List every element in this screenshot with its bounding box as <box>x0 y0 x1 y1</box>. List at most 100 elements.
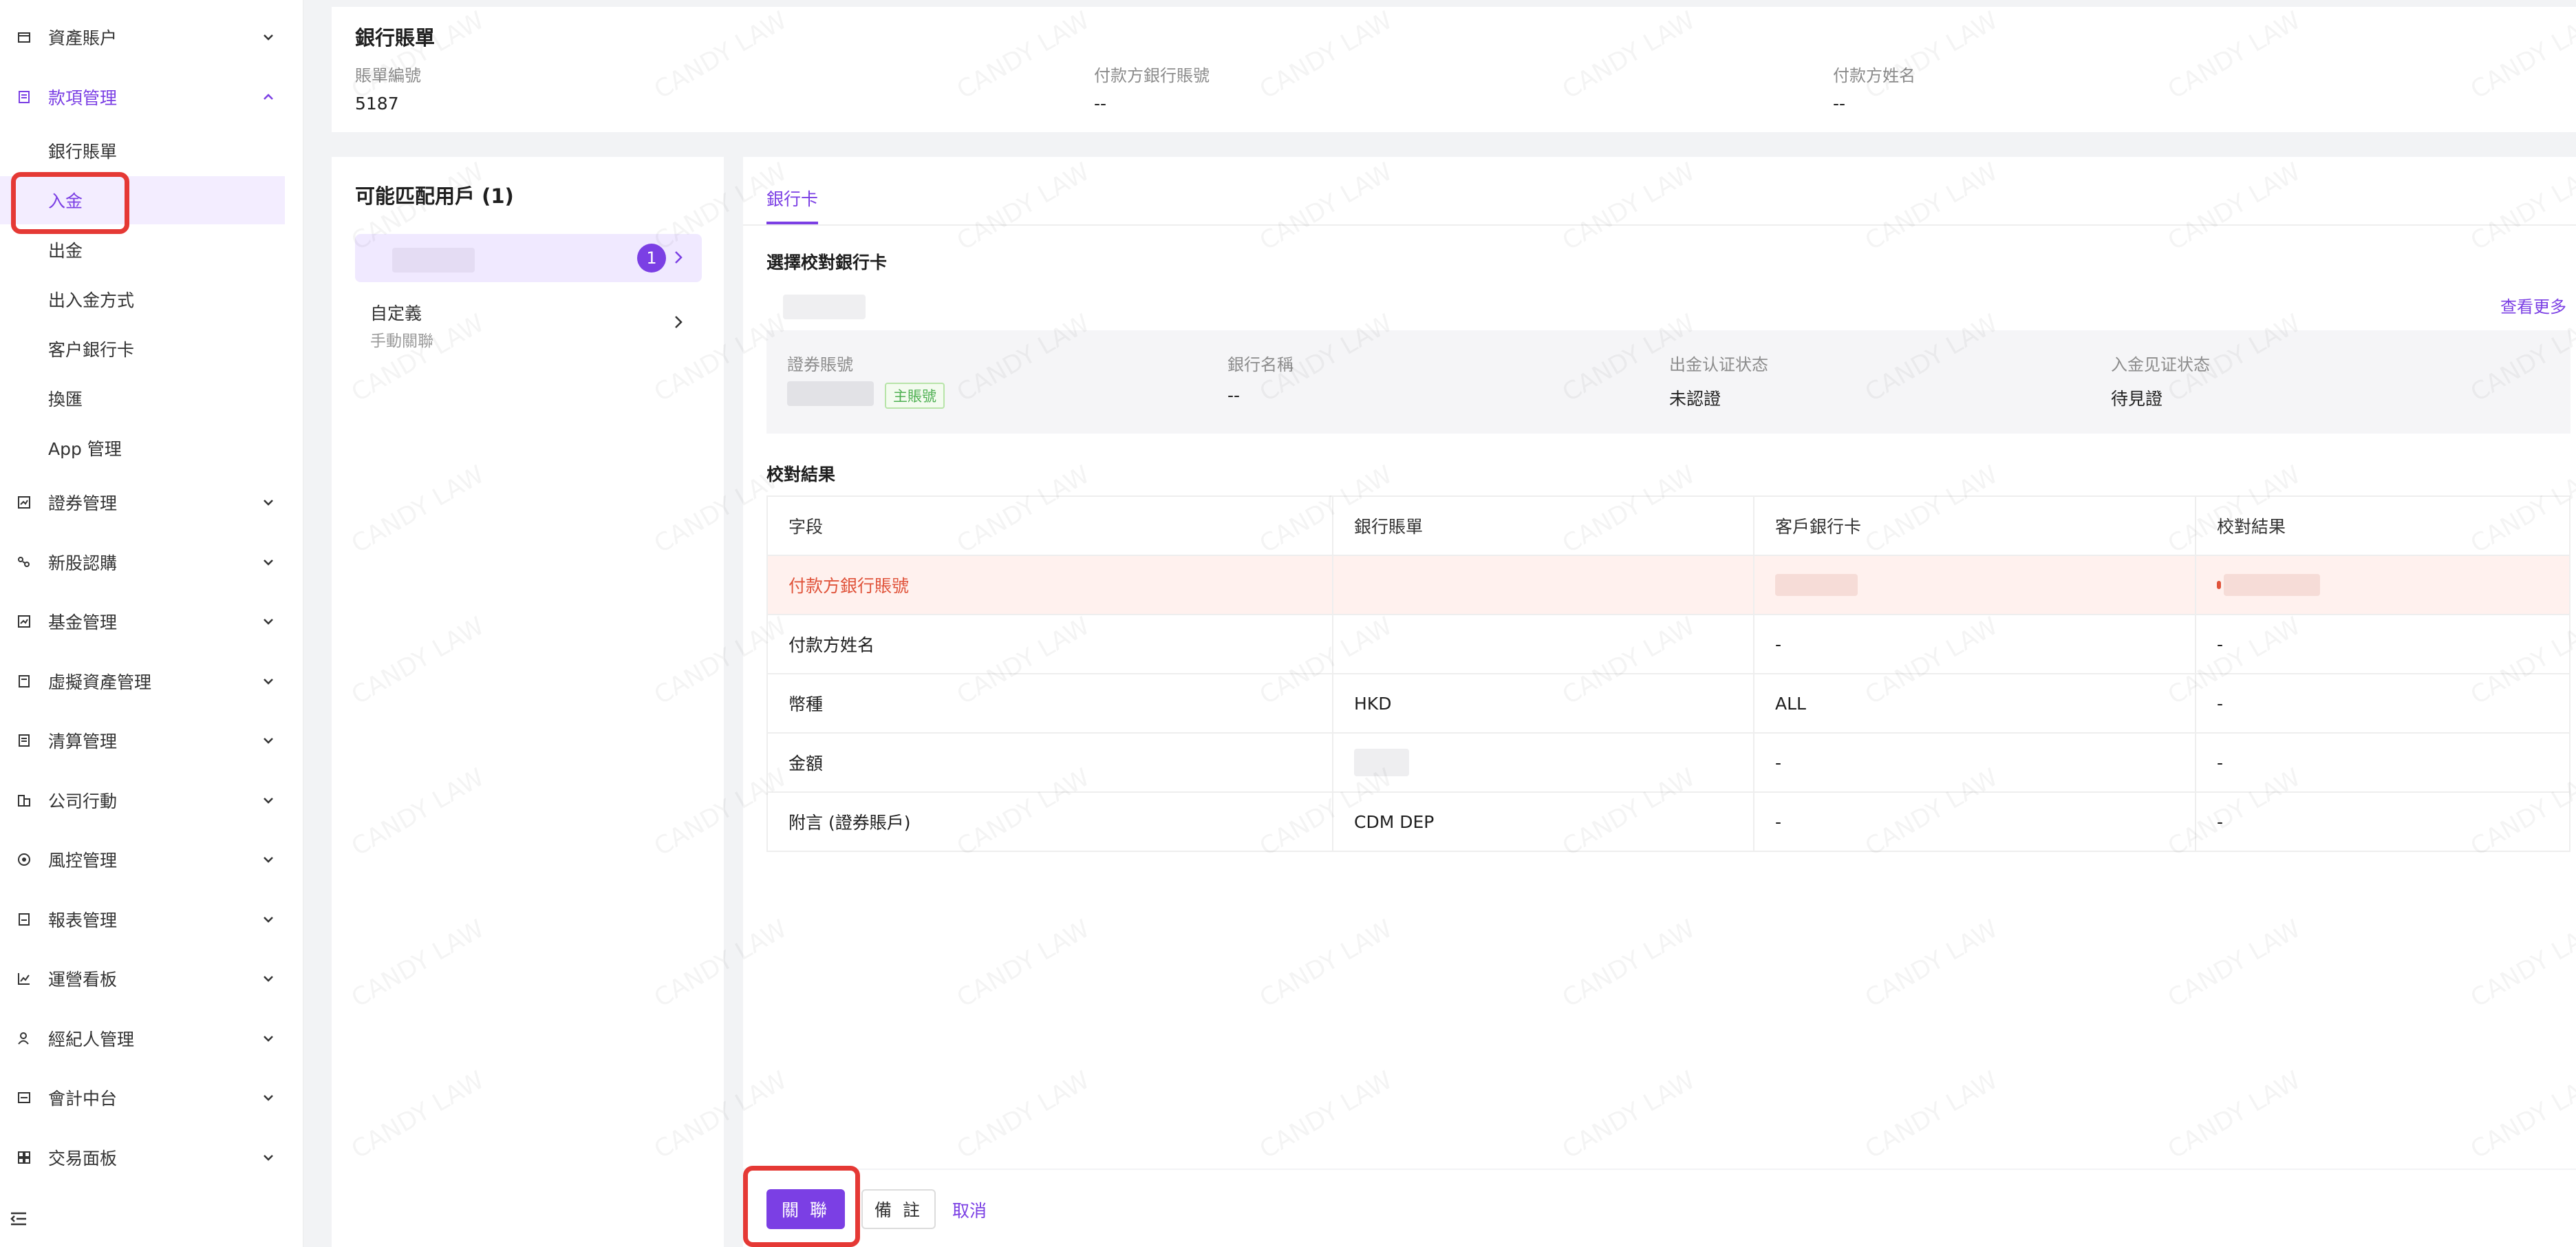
payment-icon <box>17 89 32 105</box>
sidebar-item-funds[interactable]: 基金管理 <box>0 601 303 642</box>
chevron-down-icon <box>260 29 277 45</box>
bill-number-value: 5187 <box>355 94 399 114</box>
sidebar-item-dashboard[interactable]: 運營看板 <box>0 958 303 999</box>
selected-card-info[interactable]: 證券賬號 主賬號 銀行名稱 -- 出金认证状态 未認證 入金见证状态 待見證 <box>766 330 2570 434</box>
associate-button[interactable]: 關 聯 <box>766 1189 845 1229</box>
match-users-card: 可能匹配用戶 (1) 1 自定義 手動關聯 <box>332 157 724 1247</box>
chevron-right-icon <box>670 249 687 268</box>
chevron-down-icon <box>260 732 277 749</box>
redacted-amount <box>1354 749 1409 776</box>
accounting-icon <box>17 1090 32 1105</box>
match-title: 可能匹配用戶 (1) <box>355 184 514 208</box>
asset-icon <box>17 30 32 45</box>
redacted-card-account <box>1775 574 1858 596</box>
trading-icon <box>17 1150 32 1165</box>
securities-icon <box>17 495 32 510</box>
ipo-icon <box>17 555 32 570</box>
risk-icon <box>17 852 32 867</box>
chevron-down-icon <box>260 911 277 928</box>
report-icon <box>17 912 32 927</box>
corporate-action-icon <box>17 793 32 808</box>
sidebar-item-assets[interactable]: 資產賬户 <box>0 17 303 58</box>
chevron-up-icon <box>260 89 277 105</box>
sidebar: 資產賬户 款項管理 銀行賬單 入金 出金 出入金方式 客户銀行卡 換匯 App … <box>0 0 303 1247</box>
chevron-down-icon <box>260 792 277 809</box>
bill-info-card: 銀行賬單 賬單編號 5187 付款方銀行賬號 -- 付款方姓名 -- <box>332 7 2576 132</box>
bank-name-label: 銀行名稱 <box>1227 355 1294 374</box>
sidebar-subitem-exchange[interactable]: 換匯 <box>0 374 303 423</box>
col-header-result: 校對結果 <box>2196 496 2570 556</box>
sidebar-subitem-withdraw[interactable]: 出金 <box>0 226 303 274</box>
virtual-asset-icon <box>17 674 32 689</box>
redacted-card <box>783 295 866 319</box>
chevron-down-icon <box>260 1030 277 1047</box>
chevron-down-icon <box>260 673 277 690</box>
sidebar-item-corporate-action[interactable]: 公司行動 <box>0 780 303 821</box>
custom-label: 自定義 <box>370 303 422 323</box>
sidebar-item-clearing[interactable]: 清算管理 <box>0 720 303 761</box>
sidebar-subitem-app[interactable]: App 管理 <box>0 424 303 472</box>
redacted-result <box>2224 574 2320 596</box>
sidebar-item-risk[interactable]: 風控管理 <box>0 839 303 880</box>
withdraw-auth-label: 出金认证状态 <box>1669 355 1768 374</box>
securities-account-label: 證券賬號 <box>787 355 853 374</box>
payer-name-label: 付款方姓名 <box>1833 66 1915 85</box>
sidebar-item-accounting[interactable]: 會計中台 <box>0 1077 303 1118</box>
error-dot <box>2217 581 2221 589</box>
chevron-down-icon <box>260 1089 277 1106</box>
sidebar-item-securities[interactable]: 證券管理 <box>0 482 303 523</box>
payer-name-value: -- <box>1833 94 1846 114</box>
fund-icon <box>17 614 32 629</box>
chevron-down-icon <box>260 554 277 571</box>
sidebar-item-reports[interactable]: 報表管理 <box>0 899 303 940</box>
table-header-row: 字段 銀行賬單 客戶銀行卡 校對結果 <box>767 496 2570 556</box>
bank-name-value: -- <box>1227 385 1241 405</box>
sidebar-subitem-deposit[interactable]: 入金 <box>0 176 285 224</box>
see-more-link[interactable]: 查看更多 <box>2500 293 2566 317</box>
chevron-down-icon <box>260 613 277 630</box>
select-card-title: 選擇校對銀行卡 <box>766 253 888 273</box>
col-header-field: 字段 <box>767 496 1333 556</box>
withdraw-auth-value: 未認證 <box>1669 389 1721 409</box>
sidebar-subitem-methods[interactable]: 出入金方式 <box>0 275 303 323</box>
chevron-down-icon <box>260 494 277 511</box>
table-row: 附言 (證券賬戶) CDM DEP - - <box>767 792 2570 852</box>
sidebar-item-brokers[interactable]: 經紀人管理 <box>0 1018 303 1059</box>
col-header-card: 客戶銀行卡 <box>1754 496 2196 556</box>
collapse-menu-icon[interactable] <box>8 1208 29 1229</box>
sidebar-item-trading[interactable]: 交易面板 <box>0 1137 303 1178</box>
table-row: 付款方銀行賬號 <box>767 555 2570 615</box>
deposit-witness-value: 待見證 <box>2111 389 2163 409</box>
table-row: 幣種 HKD ALL - <box>767 674 2570 734</box>
action-bar <box>743 1170 2576 1247</box>
payer-account-label: 付款方銀行賬號 <box>1094 66 1210 85</box>
sidebar-subitem-customer-card[interactable]: 客户銀行卡 <box>0 325 303 373</box>
chevron-down-icon <box>260 851 277 868</box>
tab-divider <box>743 224 2576 226</box>
chevron-down-icon <box>260 970 277 987</box>
sidebar-item-virtual-assets[interactable]: 虛擬資產管理 <box>0 661 303 702</box>
bill-number-label: 賬單編號 <box>355 66 421 85</box>
sidebar-item-ipo[interactable]: 新股認購 <box>0 542 303 583</box>
payer-account-value: -- <box>1094 94 1107 114</box>
verification-table: 字段 銀行賬單 客戶銀行卡 校對結果 付款方銀行賬號 付款方姓名 - - 幣種 … <box>766 495 2570 852</box>
cancel-link[interactable]: 取消 <box>952 1197 987 1222</box>
remark-button[interactable]: 備 註 <box>861 1189 936 1229</box>
deposit-witness-label: 入金见证状态 <box>2111 355 2210 374</box>
clearing-icon <box>17 733 32 748</box>
custom-sub: 手動關聯 <box>370 332 433 350</box>
redacted-account <box>787 381 874 406</box>
table-row: 付款方姓名 - - <box>767 615 2570 674</box>
bill-title: 銀行賬單 <box>355 26 436 50</box>
broker-icon <box>17 1031 32 1046</box>
tab-bank-card[interactable]: 銀行卡 <box>766 186 818 211</box>
sidebar-item-payments[interactable]: 款項管理 <box>0 76 303 118</box>
sidebar-subitem-bank-bill[interactable]: 銀行賬單 <box>0 127 303 175</box>
candidate-badge: 1 <box>637 244 666 273</box>
main-account-tag: 主賬號 <box>885 383 945 409</box>
custom-match-item[interactable]: 自定義 手動關聯 <box>355 292 702 354</box>
table-row: 金額 - - <box>767 733 2570 793</box>
col-header-bill: 銀行賬單 <box>1333 496 1754 556</box>
chevron-right-icon <box>670 314 687 333</box>
candidate-user-item[interactable]: 1 <box>355 234 702 282</box>
